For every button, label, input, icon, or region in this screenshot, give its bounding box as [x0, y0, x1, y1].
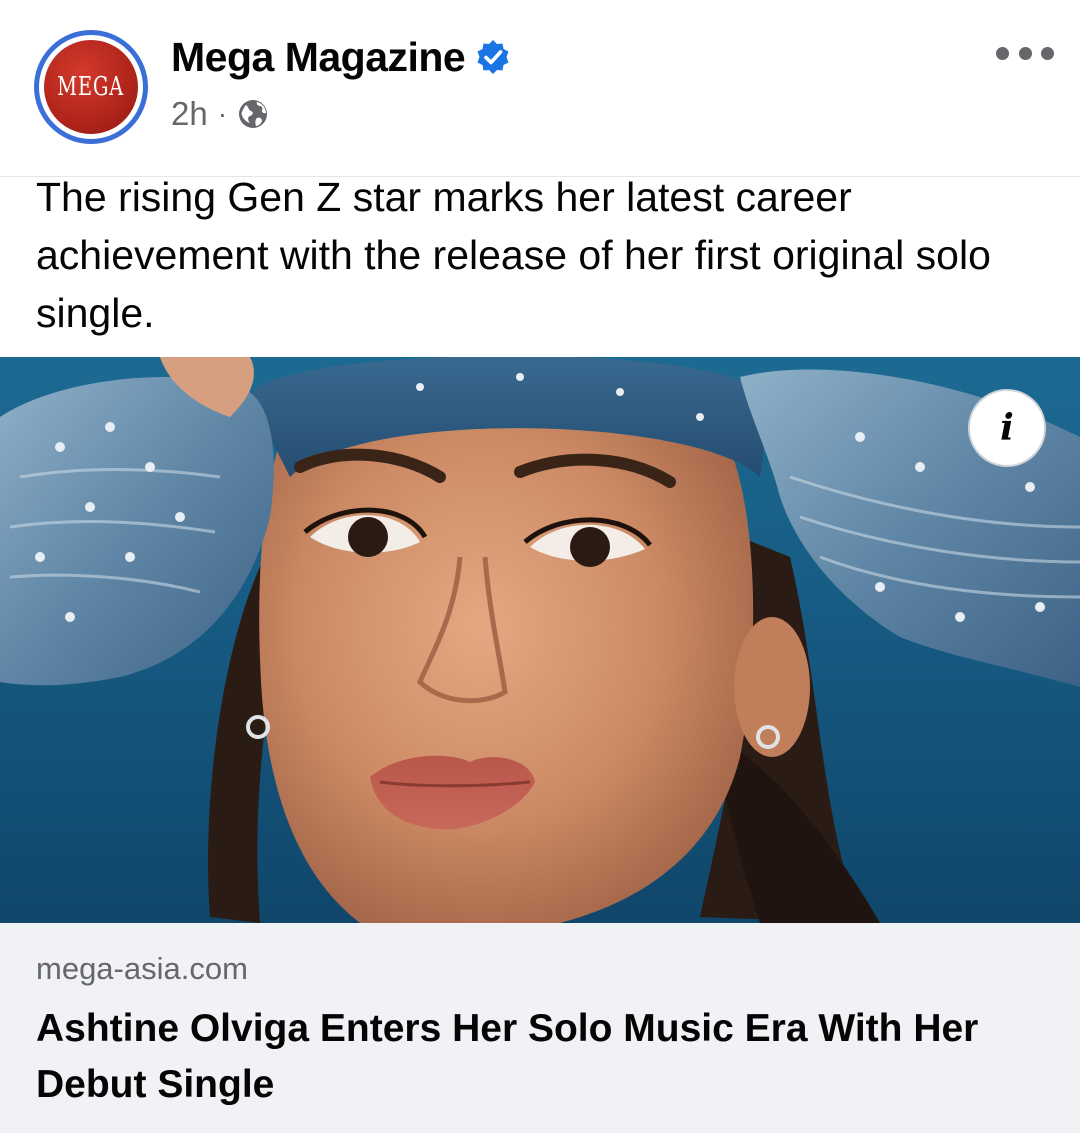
- post-timestamp[interactable]: 2h: [171, 95, 208, 133]
- page-name[interactable]: Mega Magazine: [171, 34, 466, 81]
- post-image[interactable]: [0, 357, 1080, 923]
- link-domain: mega-asia.com: [36, 951, 248, 986]
- post-header: MEGA Mega Magazine 2h ·: [0, 0, 1080, 176]
- verified-badge-icon: [477, 40, 509, 74]
- portrait-illustration: [0, 357, 1080, 923]
- info-button[interactable]: i: [968, 389, 1046, 467]
- page-avatar[interactable]: MEGA: [34, 30, 148, 144]
- more-dot: [1018, 46, 1032, 60]
- avatar-logo-text: MEGA: [57, 72, 125, 102]
- more-dot: [1041, 46, 1054, 60]
- avatar-logo: MEGA: [44, 40, 138, 134]
- more-dot: [996, 46, 1009, 60]
- post-caption: The rising Gen Z star marks her latest c…: [36, 174, 991, 336]
- info-icon: i: [1000, 407, 1014, 449]
- post-meta: 2h ·: [171, 94, 269, 134]
- more-options-icon[interactable]: [996, 40, 1054, 66]
- globe-icon: [239, 100, 268, 128]
- link-headline[interactable]: Ashtine Olviga Enters Her Solo Music Era…: [36, 1001, 1036, 1113]
- meta-separator: ·: [217, 98, 228, 129]
- page-name-row: Mega Magazine: [171, 32, 511, 82]
